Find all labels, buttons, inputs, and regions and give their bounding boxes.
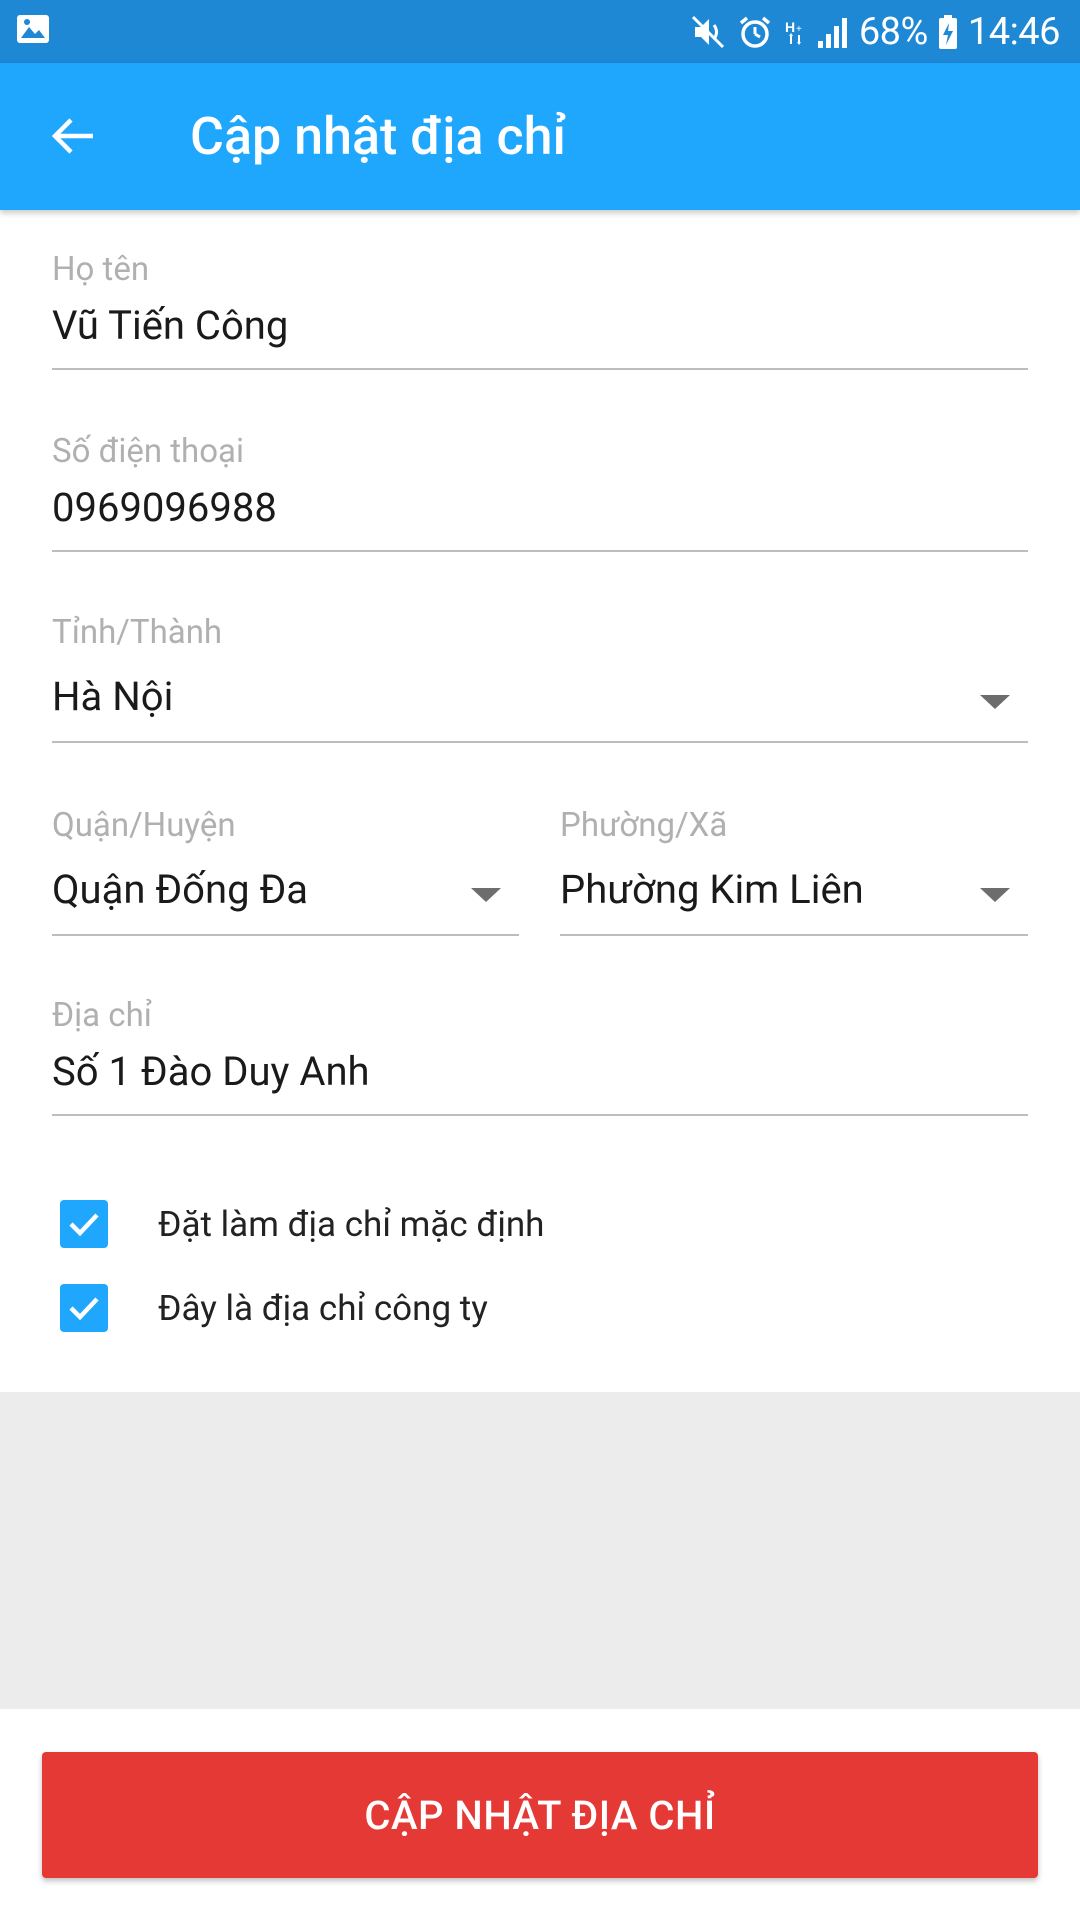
back-button[interactable] bbox=[40, 103, 106, 169]
default-address-label: Đặt làm địa chỉ mặc định bbox=[158, 1203, 545, 1245]
address-input[interactable]: Số 1 Đào Duy Anh bbox=[52, 1048, 370, 1095]
status-icons: H + 68% 14:46 bbox=[691, 0, 1061, 63]
check-icon bbox=[69, 1213, 99, 1237]
district-underline bbox=[52, 934, 519, 936]
province-underline bbox=[52, 741, 1028, 743]
address-field[interactable]: Địa chỉ Số 1 Đào Duy Anh bbox=[52, 996, 1028, 1126]
company-address-checkbox[interactable] bbox=[60, 1284, 108, 1332]
phone-input[interactable]: 0969096988 bbox=[52, 484, 277, 531]
ward-value[interactable]: Phường Kim Liên bbox=[560, 866, 864, 913]
full-name-underline bbox=[52, 368, 1028, 370]
ward-underline bbox=[560, 934, 1028, 936]
svg-text:+: + bbox=[796, 24, 802, 35]
address-form: Họ tên Vũ Tiến Công Số điện thoại 096909… bbox=[0, 210, 1080, 1392]
company-address-row[interactable]: Đây là địa chỉ công ty bbox=[60, 1284, 488, 1332]
default-address-checkbox[interactable] bbox=[60, 1200, 108, 1248]
page-title: Cập nhật địa chỉ bbox=[190, 106, 567, 167]
ward-label: Phường/Xã bbox=[560, 806, 728, 845]
svg-text:H: H bbox=[785, 19, 795, 35]
full-name-input[interactable]: Vũ Tiến Công bbox=[52, 302, 288, 349]
ward-select[interactable]: Phường/Xã Phường Kim Liên bbox=[560, 806, 1028, 946]
province-label: Tỉnh/Thành bbox=[52, 613, 223, 652]
district-label: Quận/Huyện bbox=[52, 806, 236, 845]
company-address-label: Đây là địa chỉ công ty bbox=[158, 1287, 488, 1329]
gallery-icon bbox=[16, 14, 50, 44]
phone-label: Số điện thoại bbox=[52, 432, 245, 471]
status-bar: H + 68% 14:46 bbox=[0, 0, 1080, 63]
address-underline bbox=[52, 1114, 1028, 1116]
empty-area bbox=[0, 1392, 1080, 1709]
mute-icon bbox=[691, 14, 727, 50]
province-value[interactable]: Hà Nội bbox=[52, 673, 173, 720]
province-select[interactable]: Tỉnh/Thành Hà Nội bbox=[52, 613, 1028, 753]
data-icon: H + bbox=[783, 14, 807, 50]
check-icon bbox=[69, 1297, 99, 1321]
district-value[interactable]: Quận Đống Đa bbox=[52, 866, 308, 913]
chevron-down-icon bbox=[980, 695, 1010, 709]
phone-field[interactable]: Số điện thoại 0969096988 bbox=[52, 432, 1028, 562]
district-select[interactable]: Quận/Huyện Quận Đống Đa bbox=[52, 806, 519, 946]
battery-charging-icon bbox=[938, 14, 958, 50]
full-name-label: Họ tên bbox=[52, 250, 150, 289]
arrow-back-icon bbox=[51, 118, 93, 154]
phone-underline bbox=[52, 550, 1028, 552]
full-name-field[interactable]: Họ tên Vũ Tiến Công bbox=[52, 250, 1028, 380]
alarm-icon bbox=[737, 14, 773, 50]
chevron-down-icon bbox=[471, 888, 501, 902]
signal-icon bbox=[817, 15, 849, 49]
battery-percent: 68% bbox=[858, 9, 929, 54]
address-label: Địa chỉ bbox=[52, 996, 152, 1035]
clock: 14:46 bbox=[967, 9, 1061, 54]
default-address-row[interactable]: Đặt làm địa chỉ mặc định bbox=[60, 1200, 544, 1248]
chevron-down-icon bbox=[980, 888, 1010, 902]
app-bar: Cập nhật địa chỉ bbox=[0, 63, 1080, 210]
update-address-button[interactable]: CẬP NHẬT ĐỊA CHỈ bbox=[42, 1752, 1038, 1878]
